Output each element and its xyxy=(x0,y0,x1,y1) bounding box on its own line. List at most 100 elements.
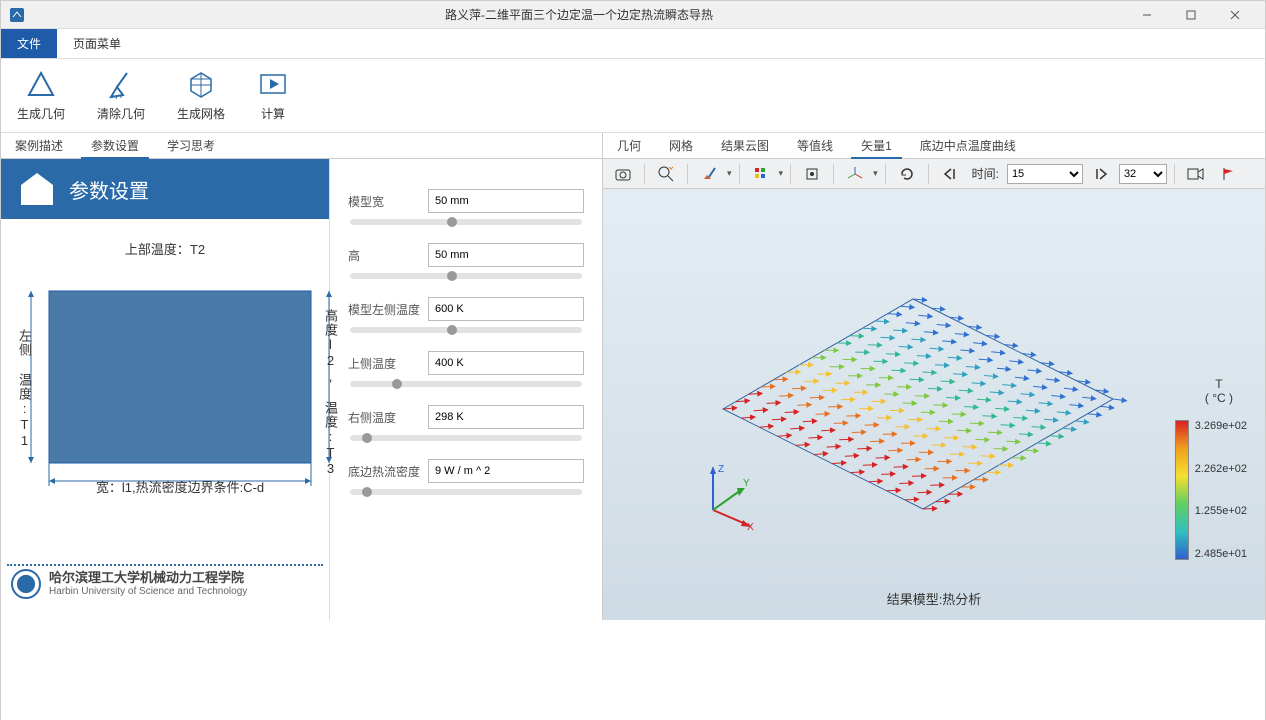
university-cn: 哈尔滨理工大学机械动力工程学院 xyxy=(49,571,247,585)
time-combo[interactable]: 15 xyxy=(1007,164,1083,184)
university-footer: 哈尔滨理工大学机械动力工程学院 Harbin University of Sci… xyxy=(11,569,247,599)
maximize-button[interactable] xyxy=(1169,1,1213,29)
window-title: 路义萍-二维平面三个边定温一个边定热流瞬态导热 xyxy=(33,6,1125,23)
axes-indicator: Z Y X xyxy=(693,460,763,530)
left-pane: 参数设置 上部温度：T2 xyxy=(1,159,603,620)
param-model-width: 模型宽 xyxy=(348,189,584,225)
result-model-label: 结果模型:热分析 xyxy=(887,589,982,608)
ribbon-clear-geometry[interactable]: 清除几何 xyxy=(91,63,151,128)
param-input-top-temp[interactable] xyxy=(428,351,584,375)
step-back-icon[interactable] xyxy=(936,162,964,186)
palette-icon[interactable] xyxy=(747,162,775,186)
param-label: 上侧温度 xyxy=(348,355,422,372)
tab-mesh[interactable]: 网格 xyxy=(655,133,707,158)
university-en: Harbin University of Science and Technol… xyxy=(49,586,247,597)
pentagon-icon xyxy=(19,171,55,207)
param-input-left-temp[interactable] xyxy=(428,297,584,321)
slider-top-temp[interactable] xyxy=(350,381,582,387)
flag-icon[interactable] xyxy=(1214,162,1242,186)
legend-val-3: 2.485e+01 xyxy=(1195,548,1247,560)
menubar: 文件 页面菜单 xyxy=(1,29,1265,59)
close-button[interactable] xyxy=(1213,1,1257,29)
content: 参数设置 上部温度：T2 xyxy=(1,159,1265,620)
diagram-body: 上部温度：T2 左 xyxy=(1,219,329,620)
statusbar xyxy=(1,620,1265,720)
viewport-toolbar: ▾ ▾ ▾ 时间: 15 32 xyxy=(603,159,1265,189)
color-legend: 3.269e+02 2.262e+02 1.255e+02 2.485e+01 xyxy=(1175,420,1247,560)
panel-header-text: 参数设置 xyxy=(69,175,149,204)
brush-icon[interactable] xyxy=(695,162,723,186)
slider-left-temp[interactable] xyxy=(350,327,582,333)
diagram-label-right: 高度l2, 温度:T3 xyxy=(321,309,340,477)
triangle-icon xyxy=(25,69,57,101)
slider-height[interactable] xyxy=(350,273,582,279)
ribbon-gen-geometry[interactable]: 生成几何 xyxy=(11,63,71,128)
diagram-label-top: 上部温度：T2 xyxy=(11,239,319,258)
legend-bar xyxy=(1175,420,1189,560)
param-left-temp: 模型左侧温度 xyxy=(348,297,584,333)
slider-bottom-flux[interactable] xyxy=(350,489,582,495)
play-icon xyxy=(257,69,289,101)
param-height: 高 xyxy=(348,243,584,279)
tab-isoline[interactable]: 等值线 xyxy=(783,133,847,158)
refresh-icon[interactable] xyxy=(893,162,921,186)
diagram-panel: 参数设置 上部温度：T2 xyxy=(1,159,329,620)
slider-model-width[interactable] xyxy=(350,219,582,225)
param-bottom-flux: 底边热流密度 xyxy=(348,459,584,495)
tab-case-desc[interactable]: 案例描述 xyxy=(1,133,77,158)
right-tab-group: 几何 网格 结果云图 等值线 矢量1 底边中点温度曲线 xyxy=(603,133,1265,158)
broom-icon xyxy=(105,69,137,101)
record-icon[interactable] xyxy=(1182,162,1210,186)
ribbon-gen-mesh[interactable]: 生成网格 xyxy=(171,63,231,128)
tab-bottom-curve[interactable]: 底边中点温度曲线 xyxy=(906,133,1030,158)
frame-combo[interactable]: 32 xyxy=(1119,164,1167,184)
university-logo-icon xyxy=(11,569,41,599)
param-label: 底边热流密度 xyxy=(348,463,422,480)
legend-val-0: 3.269e+02 xyxy=(1195,420,1247,432)
ribbon-compute[interactable]: 计算 xyxy=(251,63,295,128)
titlebar: 路义萍-二维平面三个边定温一个边定热流瞬态导热 xyxy=(1,1,1265,29)
svg-text:Z: Z xyxy=(718,464,724,475)
param-input-height[interactable] xyxy=(428,243,584,267)
step-forward-icon[interactable] xyxy=(1087,162,1115,186)
menu-page[interactable]: 页面菜单 xyxy=(57,29,137,58)
viewport-3d[interactable]: Z Y X T ( °C ) 3.269e+02 2.262e+02 1.255… xyxy=(603,189,1265,620)
tab-geometry[interactable]: 几何 xyxy=(603,133,655,158)
param-label: 模型左侧温度 xyxy=(348,301,422,318)
tab-param-set[interactable]: 参数设置 xyxy=(77,133,153,158)
legend-title: T ( °C ) xyxy=(1205,377,1233,405)
tab-vector1[interactable]: 矢量1 xyxy=(847,133,906,158)
minimize-button[interactable] xyxy=(1125,1,1169,29)
param-panel: 模型宽 高 模型左侧温度 上 xyxy=(329,159,602,620)
param-input-right-temp[interactable] xyxy=(428,405,584,429)
time-label: 时间: xyxy=(972,165,999,182)
magnifier-icon[interactable] xyxy=(652,162,680,186)
fit-icon[interactable] xyxy=(798,162,826,186)
param-input-model-width[interactable] xyxy=(428,189,584,213)
tab-study[interactable]: 学习思考 xyxy=(153,133,229,158)
left-tab-group: 案例描述 参数设置 学习思考 xyxy=(1,133,603,158)
svg-text:Y: Y xyxy=(743,478,750,489)
param-label: 模型宽 xyxy=(348,193,422,210)
svg-text:X: X xyxy=(747,522,754,530)
camera-icon[interactable] xyxy=(609,162,637,186)
diagram-label-bottom: 宽：l1,热流密度边界条件:C-d xyxy=(49,477,311,496)
tab-result-cloud[interactable]: 结果云图 xyxy=(707,133,783,158)
tab-row: 案例描述 参数设置 学习思考 几何 网格 结果云图 等值线 矢量1 底边中点温度… xyxy=(1,133,1265,159)
param-right-temp: 右侧温度 xyxy=(348,405,584,441)
divider-dashed xyxy=(7,564,323,566)
ribbon: 生成几何 清除几何 生成网格 计算 xyxy=(1,59,1265,133)
vector-field xyxy=(623,209,1223,589)
axes-icon[interactable] xyxy=(841,162,869,186)
app-icon xyxy=(9,7,25,23)
slider-right-temp[interactable] xyxy=(350,435,582,441)
param-label: 高 xyxy=(348,247,422,264)
legend-val-2: 1.255e+02 xyxy=(1195,505,1247,517)
cube-mesh-icon xyxy=(185,69,217,101)
panel-header: 参数设置 xyxy=(1,159,329,219)
legend-val-1: 2.262e+02 xyxy=(1195,463,1247,475)
right-pane: ▾ ▾ ▾ 时间: 15 32 xyxy=(603,159,1265,620)
menu-file[interactable]: 文件 xyxy=(1,29,57,58)
param-top-temp: 上侧温度 xyxy=(348,351,584,387)
param-input-bottom-flux[interactable] xyxy=(428,459,584,483)
